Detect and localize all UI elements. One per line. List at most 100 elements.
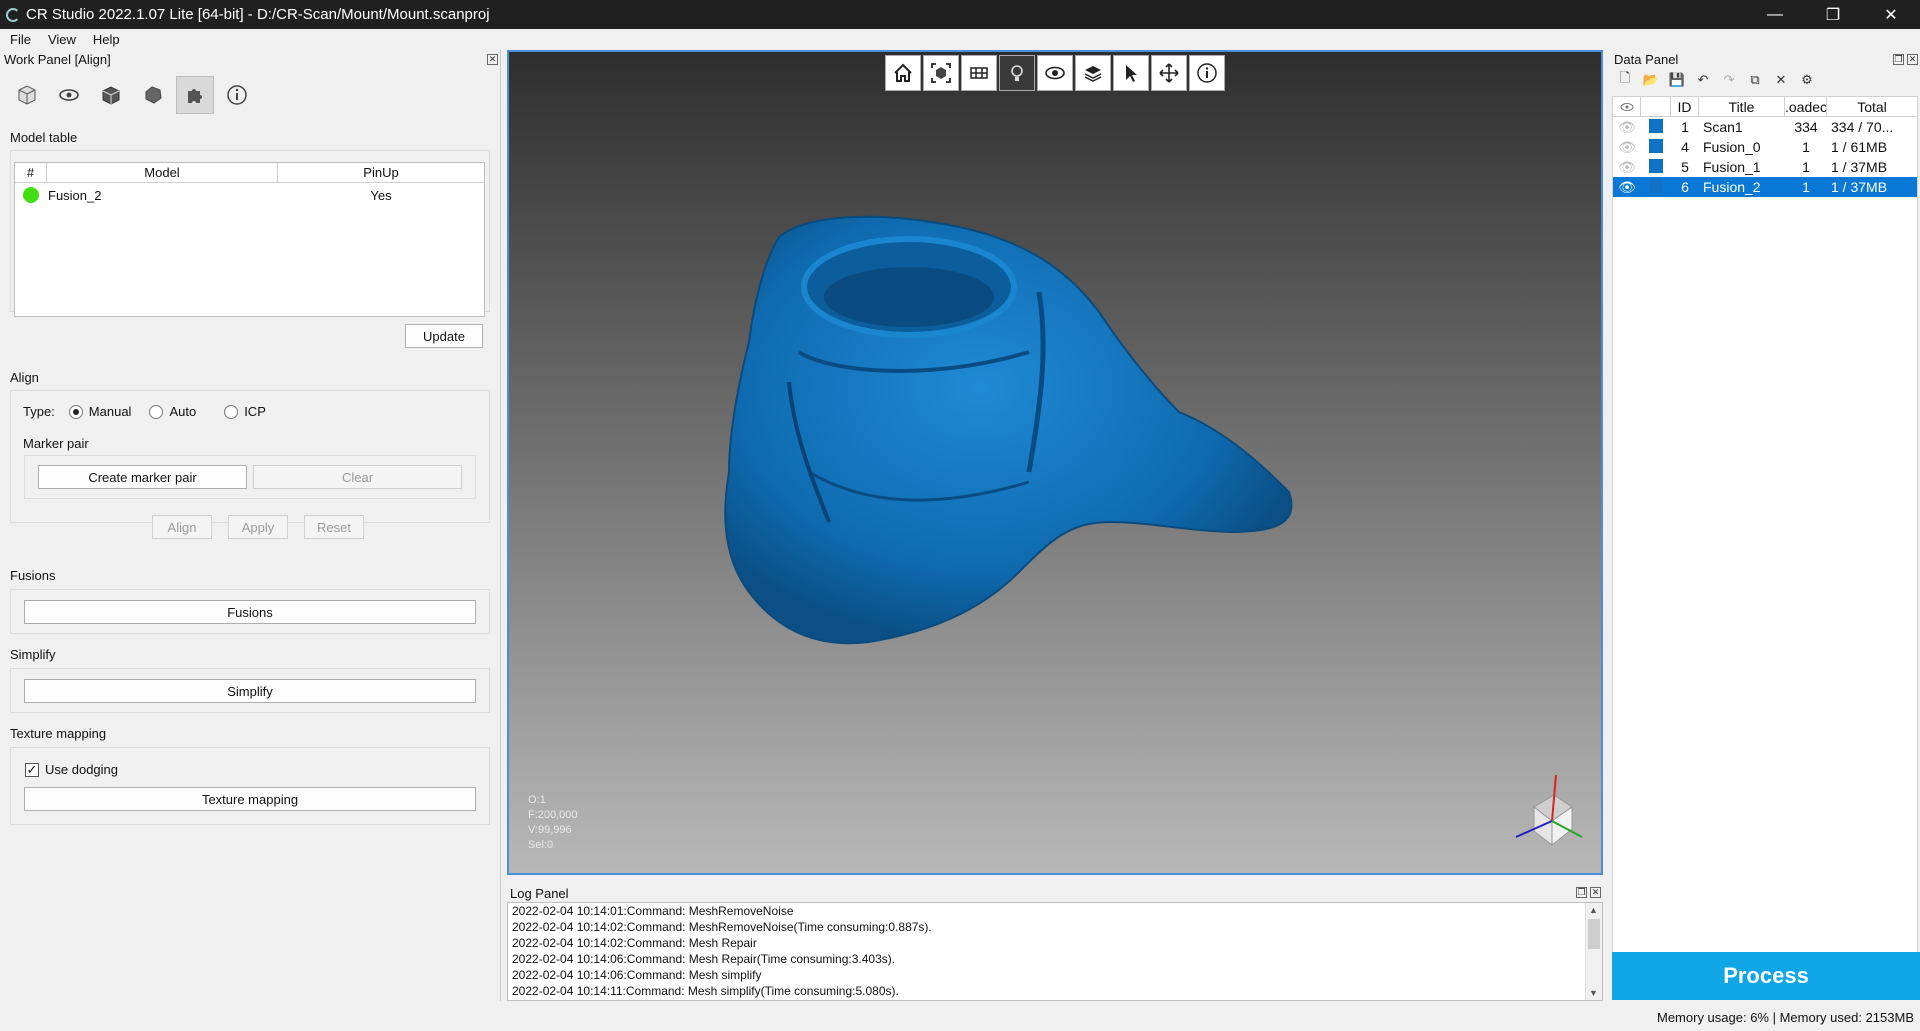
table-row[interactable]: 👁 1 Scan1 334 334 / 70... <box>1613 117 1917 137</box>
col-model[interactable]: Model <box>47 163 278 182</box>
col-color[interactable] <box>1641 97 1671 116</box>
menu-view[interactable]: View <box>38 32 83 47</box>
log-line: 2022-02-04 10:14:06:Command: Mesh simpli… <box>512 968 762 982</box>
visibility-toggle-icon[interactable]: 👁 <box>1613 139 1641 156</box>
delete-icon[interactable]: ✕ <box>1770 70 1792 90</box>
3d-viewport[interactable]: O:1 F:200,000 V:99,996 Sel:0 <box>507 50 1603 875</box>
radio-icp-label[interactable]: ICP <box>244 404 266 419</box>
undo-icon[interactable]: ↶ <box>1692 70 1714 90</box>
new-file-icon[interactable]: 🗋 <box>1614 70 1636 90</box>
log-line: 2022-02-04 10:14:11:Command: Mesh simpli… <box>512 984 899 998</box>
table-row[interactable]: Fusion_2 Yes <box>15 183 484 207</box>
eye-icon[interactable] <box>50 76 88 114</box>
maximize-button[interactable]: ❐ <box>1804 0 1862 29</box>
menu-bar: File View Help <box>0 29 1920 50</box>
align-button[interactable]: Align <box>152 515 212 539</box>
col-pinup[interactable]: PinUp <box>278 163 484 182</box>
log-panel: Log Panel ❐ ✕ 2022-02-04 10:14:01:Comman… <box>507 882 1603 1001</box>
puzzle-icon[interactable] <box>176 76 214 114</box>
copy-icon[interactable]: ⧉ <box>1744 70 1766 90</box>
log-scrollbar[interactable]: ▲ ▼ <box>1585 903 1602 1000</box>
work-panel-close-icon[interactable]: ✕ <box>487 54 498 65</box>
status-bar: Memory usage: 6% | Memory used: 2153MB <box>0 1005 1920 1031</box>
memory-status: Memory usage: 6% | Memory used: 2153MB <box>1657 1010 1914 1025</box>
clear-button[interactable]: Clear <box>253 465 462 489</box>
col-number[interactable]: # <box>15 163 47 182</box>
multi-cube-icon[interactable] <box>92 76 130 114</box>
radio-manual[interactable] <box>68 404 83 419</box>
info-icon[interactable] <box>218 76 256 114</box>
row-loaded: 1 <box>1802 179 1810 195</box>
row-total: 334 / 70... <box>1831 119 1894 135</box>
visibility-toggle-icon[interactable]: 👁 <box>1613 119 1641 136</box>
stat-objects: O:1 <box>528 794 546 806</box>
create-marker-pair-button[interactable]: Create marker pair <box>38 465 247 489</box>
fusions-button[interactable]: Fusions <box>24 600 476 624</box>
settings-icon[interactable]: ⚙ <box>1796 70 1818 90</box>
menu-file[interactable]: File <box>0 32 38 47</box>
save-icon[interactable]: 💾 <box>1666 70 1688 90</box>
data-panel-title: Data Panel <box>1614 52 1679 67</box>
visibility-toggle-icon[interactable]: 👁 <box>1613 159 1641 176</box>
axis-gizmo-icon[interactable] <box>1504 767 1594 857</box>
texture-mapping-label: Texture mapping <box>10 726 107 741</box>
row-total: 1 / 37MB <box>1831 159 1888 175</box>
color-swatch-cell <box>1641 178 1671 196</box>
col-loaded[interactable]: .oadec <box>1785 97 1827 116</box>
mesh-icon[interactable] <box>134 76 172 114</box>
log-output[interactable]: 2022-02-04 10:14:01:Command: MeshRemoveN… <box>507 902 1603 1001</box>
log-panel-float-icon[interactable]: ❐ <box>1576 887 1587 898</box>
close-button[interactable]: ✕ <box>1862 0 1920 29</box>
align-type-row: Type: Manual Auto ICP <box>23 404 266 419</box>
row-loaded: 334 <box>1794 119 1818 135</box>
radio-auto-label[interactable]: Auto <box>169 404 196 419</box>
status-dot-icon <box>23 187 39 203</box>
col-id[interactable]: ID <box>1671 97 1699 116</box>
status-dot-cell <box>15 187 47 203</box>
use-dodging-label[interactable]: Use dodging <box>45 762 118 777</box>
marker-pair-label: Marker pair <box>23 436 89 451</box>
use-dodging-checkbox[interactable]: ✓ <box>25 762 39 777</box>
col-title[interactable]: Title <box>1699 97 1785 116</box>
minimize-button[interactable]: — <box>1746 0 1804 29</box>
data-table-header: ID Title .oadec Total <box>1613 97 1917 117</box>
window-title: CR Studio 2022.1.07 Lite [64-bit] - D:/C… <box>26 6 490 23</box>
reset-button[interactable]: Reset <box>304 515 364 539</box>
work-toolbar <box>8 76 256 114</box>
table-row-selected[interactable]: 👁 6 Fusion_2 1 1 / 37MB <box>1613 177 1917 197</box>
color-swatch-cell <box>1641 118 1671 136</box>
stat-faces: F:200,000 <box>528 809 578 821</box>
app-logo-icon <box>6 7 20 22</box>
model-pinup: Yes <box>370 187 392 203</box>
data-toolbar: 🗋 📂 💾 ↶ ↷ ⧉ ✕ ⚙ <box>1614 70 1818 90</box>
data-panel-close-icon[interactable]: ✕ <box>1907 54 1918 65</box>
visibility-toggle-icon[interactable]: 👁 <box>1613 179 1641 196</box>
row-id: 1 <box>1681 119 1689 135</box>
work-panel-title: Work Panel [Align] <box>4 52 111 67</box>
table-row[interactable]: 👁 5 Fusion_1 1 1 / 37MB <box>1613 157 1917 177</box>
table-row[interactable]: 👁 4 Fusion_0 1 1 / 61MB <box>1613 137 1917 157</box>
radio-manual-label[interactable]: Manual <box>89 404 132 419</box>
simplify-button[interactable]: Simplify <box>24 679 476 703</box>
texture-mapping-button[interactable]: Texture mapping <box>24 787 476 811</box>
col-visibility-icon[interactable] <box>1613 97 1641 116</box>
3d-mesh-model[interactable] <box>509 52 1603 875</box>
process-button[interactable]: Process <box>1612 952 1920 1000</box>
scroll-thumb[interactable] <box>1588 919 1600 949</box>
log-line: 2022-02-04 10:14:02:Command: Mesh Repair <box>512 936 757 950</box>
menu-help[interactable]: Help <box>83 32 127 47</box>
open-folder-icon[interactable]: 📂 <box>1640 70 1662 90</box>
redo-icon[interactable]: ↷ <box>1718 70 1740 90</box>
log-panel-close-icon[interactable]: ✕ <box>1590 887 1601 898</box>
update-button[interactable]: Update <box>405 324 483 348</box>
apply-button[interactable]: Apply <box>228 515 288 539</box>
data-panel-float-icon[interactable]: ❐ <box>1893 54 1904 65</box>
cube-icon[interactable] <box>8 76 46 114</box>
scroll-down-icon[interactable]: ▼ <box>1589 988 1598 998</box>
col-total[interactable]: Total <box>1827 97 1917 116</box>
color-swatch <box>1649 178 1663 193</box>
radio-icp[interactable] <box>224 404 239 419</box>
scroll-up-icon[interactable]: ▲ <box>1589 905 1598 915</box>
row-title: Scan1 <box>1703 119 1743 135</box>
radio-auto[interactable] <box>149 404 164 419</box>
